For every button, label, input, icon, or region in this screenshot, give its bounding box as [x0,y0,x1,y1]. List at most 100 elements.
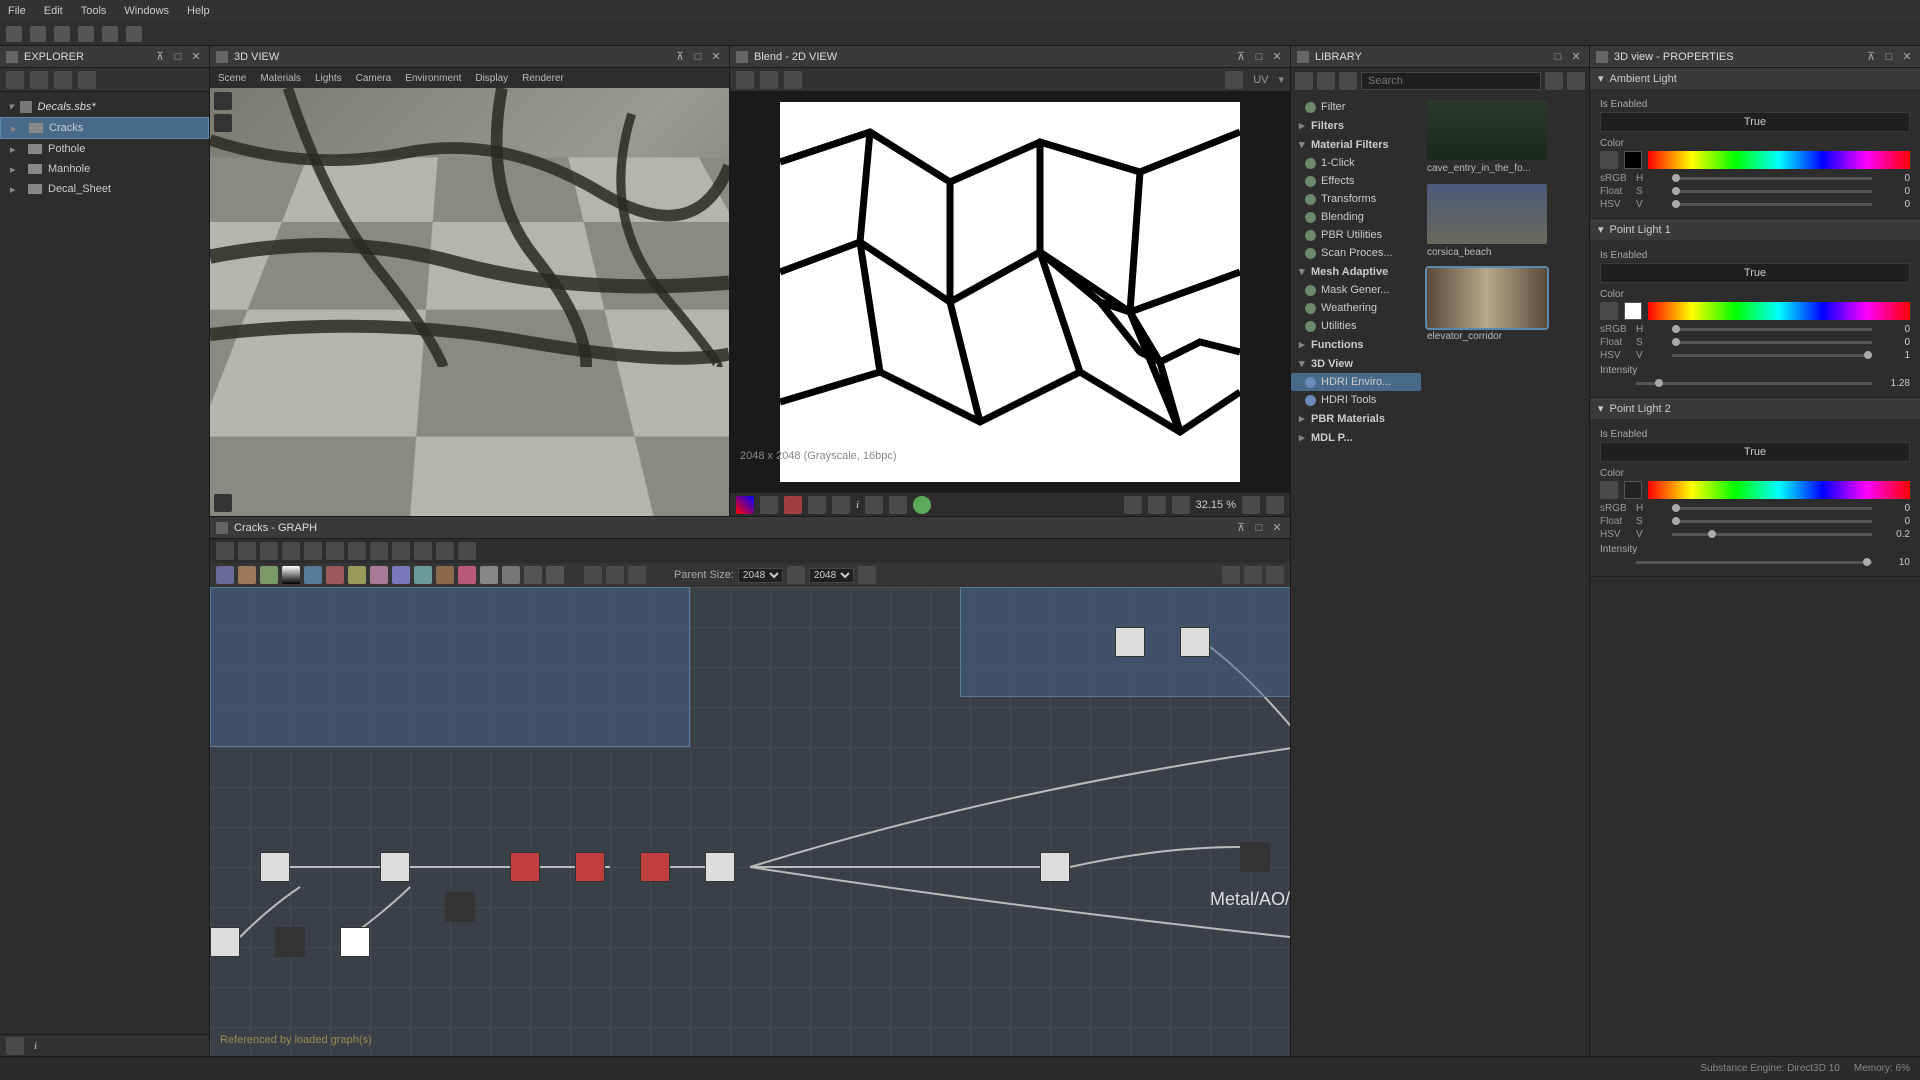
lock-icon[interactable] [1266,496,1284,514]
tree-item-manhole[interactable]: ▸ Manhole [0,159,209,179]
text-node-icon[interactable] [480,566,498,584]
zoom-icon[interactable] [1172,496,1190,514]
lib-weathering[interactable]: Weathering [1291,299,1421,317]
blend-node-icon[interactable] [260,566,278,584]
lib-filters[interactable]: ▸Filters [1291,116,1421,135]
lib-pbr-materials[interactable]: ▸PBR Materials [1291,409,1421,428]
menu-windows[interactable]: Windows [124,5,169,17]
close-icon[interactable]: ✕ [1569,50,1583,64]
menu-camera[interactable]: Camera [356,73,392,84]
info-icon[interactable]: i [34,1040,37,1052]
graph-node[interactable] [510,852,540,882]
close-icon[interactable]: ✕ [1270,50,1284,64]
save-icon[interactable] [78,26,94,42]
section-point-light-1[interactable]: ▾Point Light 1 [1590,219,1920,240]
close-icon[interactable]: ✕ [1900,50,1914,64]
pattern-node-icon[interactable] [238,566,256,584]
channel-gray-icon[interactable] [760,496,778,514]
eyedropper-icon[interactable] [1600,151,1618,169]
slider-h[interactable] [1672,507,1872,510]
warp-node-icon[interactable] [326,566,344,584]
channel-r-icon[interactable] [784,496,802,514]
lib-mask-gener[interactable]: Mask Gener... [1291,281,1421,299]
graph-node[interactable] [1115,627,1145,657]
slider-s[interactable] [1672,190,1872,193]
pin-icon[interactable] [628,566,646,584]
slider-v[interactable] [1672,533,1872,536]
gradient-node-icon[interactable] [282,566,300,584]
thumb-corsica-beach[interactable]: corsica_beach [1427,184,1547,258]
menu-environment[interactable]: Environment [405,73,461,84]
refresh-icon[interactable] [30,71,48,89]
slider-h[interactable] [1672,177,1872,180]
lib-effects[interactable]: Effects [1291,172,1421,190]
histogram-icon[interactable] [832,496,850,514]
channel-color-icon[interactable] [736,496,754,514]
lib-more[interactable]: ▸MDL P... [1291,428,1421,447]
pin-icon[interactable]: ⊼ [1234,50,1248,64]
close-icon[interactable]: ✕ [1270,521,1284,535]
footer-tool-icon[interactable] [6,1037,24,1055]
library-filter-icon[interactable] [1317,72,1335,90]
maximize-icon[interactable]: □ [171,50,185,64]
color-swatch[interactable] [1624,302,1642,320]
frame-icon[interactable] [304,542,322,560]
value-is-enabled[interactable]: True [1600,112,1910,132]
reset-size-icon[interactable] [858,566,876,584]
more-icon[interactable] [1567,72,1585,90]
graph-frame[interactable] [210,587,690,747]
grid-icon[interactable] [808,496,826,514]
menu-materials[interactable]: Materials [260,73,301,84]
pin-icon[interactable]: ⊼ [673,50,687,64]
paste-icon[interactable] [784,71,802,89]
value-is-enabled[interactable]: True [1600,442,1910,462]
svg-node-icon[interactable] [502,566,520,584]
globe-icon[interactable] [30,26,46,42]
color-gradient[interactable] [1648,481,1910,499]
input-node-icon[interactable] [546,566,564,584]
lib-hdri-tools[interactable]: HDRI Tools [1291,391,1421,409]
lib-blending[interactable]: Blending [1291,208,1421,226]
noise-node-icon[interactable] [216,566,234,584]
viewport-3d[interactable] [210,88,729,516]
tree-item-decal-sheet[interactable]: ▸ Decal_Sheet [0,179,209,199]
maximize-icon[interactable]: □ [691,50,705,64]
auto-layout-icon[interactable] [370,542,388,560]
graph-node[interactable] [340,927,370,957]
slider-v[interactable] [1672,203,1872,206]
fit-icon[interactable] [1124,496,1142,514]
graph-node[interactable] [1240,842,1270,872]
text-icon[interactable] [260,542,278,560]
maximize-icon[interactable]: □ [1252,50,1266,64]
lib-transforms[interactable]: Transforms [1291,190,1421,208]
menu-lights[interactable]: Lights [315,73,342,84]
lib-1click[interactable]: 1-Click [1291,154,1421,172]
normal-node-icon[interactable] [392,566,410,584]
zoom-actual-icon[interactable] [1244,566,1262,584]
pin-view-icon[interactable] [214,114,232,132]
refresh-icon[interactable] [392,542,410,560]
alpha-icon[interactable] [913,496,931,514]
camera-icon[interactable] [214,92,232,110]
slider-s[interactable] [1672,341,1872,344]
new-file-icon[interactable] [6,71,24,89]
menu-scene[interactable]: Scene [218,73,246,84]
hsl-node-icon[interactable] [458,566,476,584]
grid-icon[interactable] [458,542,476,560]
menu-tools[interactable]: Tools [81,5,107,17]
lib-utilities[interactable]: Utilities [1291,317,1421,335]
section-ambient-light[interactable]: ▾Ambient Light [1590,68,1920,89]
graph-canvas[interactable]: Normal/Roughness Metal/AO/Height [210,587,1290,1056]
dot-icon[interactable] [584,566,602,584]
lib-material-filters[interactable]: ▾Material Filters [1291,135,1421,154]
graph-node[interactable] [1180,627,1210,657]
home-icon[interactable] [6,26,22,42]
search-input[interactable] [1361,72,1541,90]
menu-renderer[interactable]: Renderer [522,73,564,84]
redo-icon[interactable] [126,26,142,42]
section-point-light-2[interactable]: ▾Point Light 2 [1590,398,1920,419]
zoom-fit-icon[interactable] [1222,566,1240,584]
slider-v[interactable] [1672,354,1872,357]
value-is-enabled[interactable]: True [1600,263,1910,283]
menu-edit[interactable]: Edit [44,5,63,17]
